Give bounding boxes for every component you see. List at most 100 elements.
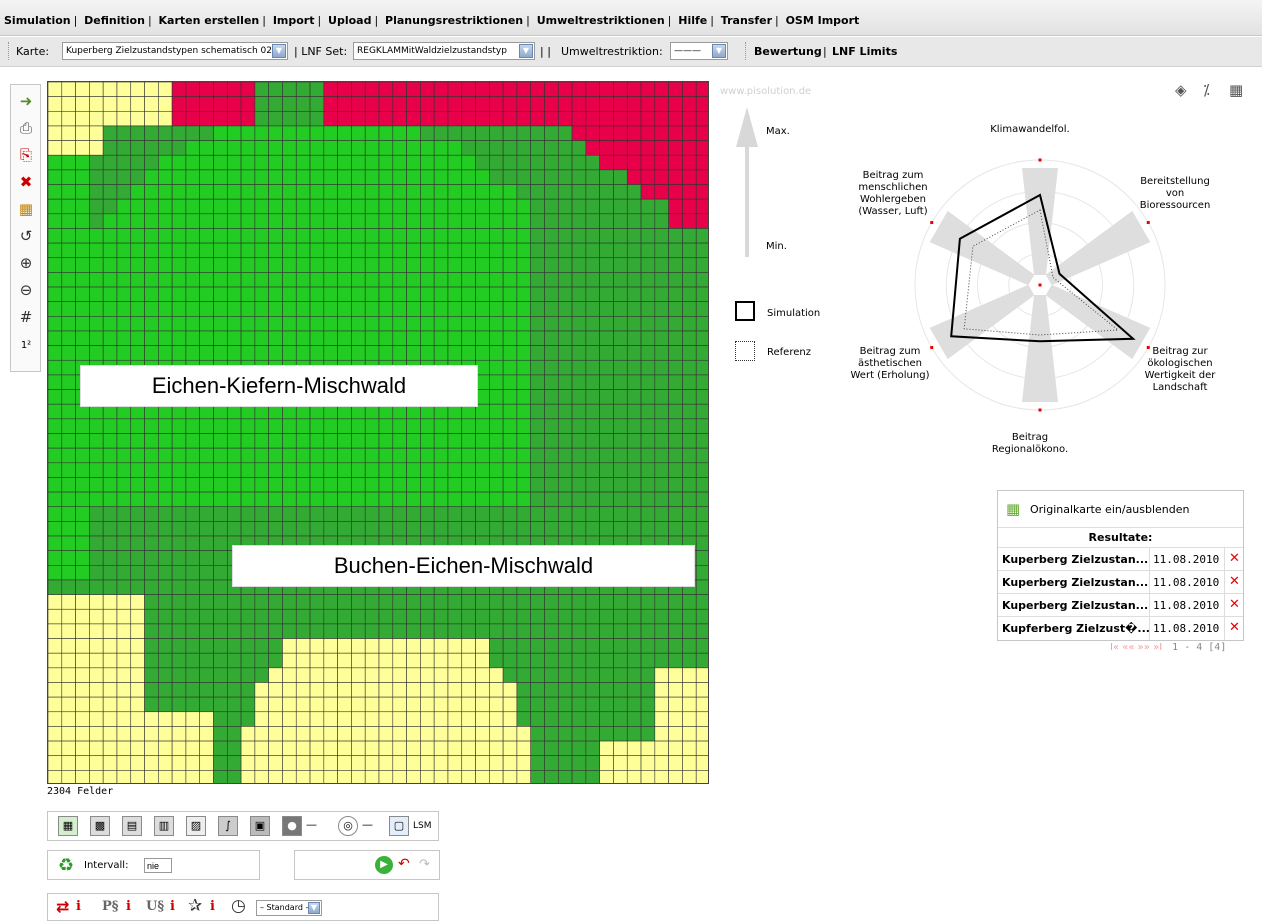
map-cell[interactable]	[213, 608, 228, 625]
map-cell[interactable]	[626, 477, 642, 493]
map-cell[interactable]	[378, 418, 394, 434]
map-cell[interactable]	[240, 726, 256, 742]
map-cell[interactable]	[199, 125, 214, 141]
map-cell[interactable]	[695, 491, 709, 508]
map-cell[interactable]	[171, 521, 187, 537]
map-cell[interactable]	[144, 535, 159, 551]
map-cell[interactable]	[199, 96, 214, 112]
map-cell[interactable]	[585, 696, 600, 713]
map-cell[interactable]	[420, 213, 435, 229]
map-cell[interactable]	[185, 550, 201, 566]
map-cell[interactable]	[158, 213, 173, 229]
map-cell[interactable]	[682, 403, 697, 420]
map-cell[interactable]	[599, 213, 614, 229]
map-cell[interactable]	[323, 740, 338, 757]
map-cell[interactable]	[89, 213, 104, 229]
map-cell[interactable]	[48, 345, 63, 361]
map-cell[interactable]	[185, 140, 201, 156]
map-cell[interactable]	[130, 491, 145, 508]
pager-arrows[interactable]: I« «« »» »I	[1110, 642, 1162, 653]
map-cell[interactable]	[226, 213, 242, 229]
map-cell[interactable]	[364, 696, 380, 713]
map-cell[interactable]	[295, 110, 311, 127]
map-cell[interactable]	[171, 652, 187, 669]
map-cell[interactable]	[682, 608, 697, 625]
map-cell[interactable]	[116, 521, 132, 537]
map-cell[interactable]	[475, 521, 490, 537]
map-cell[interactable]	[654, 198, 669, 215]
map-cell[interactable]	[447, 301, 463, 317]
map-cell[interactable]	[392, 521, 407, 537]
map-cell[interactable]	[323, 213, 338, 229]
map-cell[interactable]	[544, 755, 559, 771]
map-cell[interactable]	[378, 96, 394, 112]
map-cell[interactable]	[323, 608, 338, 625]
map-cell[interactable]	[502, 477, 518, 493]
map-cell[interactable]	[392, 770, 407, 784]
map-cell[interactable]	[89, 433, 104, 449]
map-cell[interactable]	[295, 477, 311, 493]
map-cell[interactable]	[144, 140, 159, 156]
map-cell[interactable]	[392, 184, 407, 200]
clock-icon[interactable]: ◷	[231, 896, 246, 916]
map-cell[interactable]	[226, 169, 242, 185]
map-cell[interactable]	[626, 169, 642, 185]
map-cell[interactable]	[461, 755, 476, 771]
map-cell[interactable]	[144, 272, 159, 288]
map-cell[interactable]	[626, 257, 642, 273]
map-cell[interactable]	[516, 301, 532, 317]
map-cell[interactable]	[461, 652, 476, 669]
map-cell[interactable]	[102, 711, 118, 727]
map-cell[interactable]	[613, 110, 628, 127]
map-cell[interactable]	[447, 154, 463, 171]
map-cell[interactable]	[502, 272, 518, 288]
map-cell[interactable]	[61, 345, 76, 361]
map-cell[interactable]	[199, 257, 214, 273]
map-cell[interactable]	[199, 447, 214, 464]
map-cell[interactable]	[213, 521, 228, 537]
map-cell[interactable]	[392, 242, 407, 259]
map-cell[interactable]	[295, 257, 311, 273]
map-cell[interactable]	[461, 82, 476, 97]
map-cell[interactable]	[240, 228, 256, 244]
map-cell[interactable]	[213, 96, 228, 112]
map-cell[interactable]	[392, 257, 407, 273]
map-cell[interactable]	[364, 477, 380, 493]
map-cell[interactable]	[61, 579, 76, 595]
map-cell[interactable]	[516, 491, 532, 508]
map-cell[interactable]	[199, 198, 214, 215]
map-cell[interactable]	[213, 242, 228, 259]
map-cell[interactable]	[282, 447, 297, 464]
map-cell[interactable]	[268, 140, 283, 156]
map-cell[interactable]	[392, 447, 407, 464]
map-cell[interactable]	[557, 213, 573, 229]
map-cell[interactable]	[102, 623, 118, 639]
map-cell[interactable]	[158, 696, 173, 713]
map-cell[interactable]	[668, 418, 683, 434]
map-cell[interactable]	[668, 301, 683, 317]
map-cell[interactable]	[557, 726, 573, 742]
map-cell[interactable]	[378, 154, 394, 171]
map-cell[interactable]	[323, 330, 338, 346]
map-cell[interactable]	[213, 506, 228, 522]
map-cell[interactable]	[364, 154, 380, 171]
map-cell[interactable]	[130, 301, 145, 317]
map-cell[interactable]	[530, 286, 545, 302]
map-cell[interactable]	[130, 184, 145, 200]
map-cell[interactable]	[295, 272, 311, 288]
map-cell[interactable]	[640, 652, 656, 669]
map-cell[interactable]	[226, 594, 242, 610]
map-cell[interactable]	[130, 770, 145, 784]
map-cell[interactable]	[48, 389, 63, 405]
map-cell[interactable]	[48, 403, 63, 420]
map-cell[interactable]	[599, 696, 614, 713]
map-cell[interactable]	[240, 652, 256, 669]
standard-select[interactable]: – Standard – ▼	[256, 900, 322, 916]
map-cell[interactable]	[571, 711, 587, 727]
map-cell[interactable]	[461, 433, 476, 449]
map-cell[interactable]	[323, 198, 338, 215]
map-cell[interactable]	[226, 755, 242, 771]
map-cell[interactable]	[282, 521, 297, 537]
map-cell[interactable]	[420, 623, 435, 639]
map-cell[interactable]	[392, 711, 407, 727]
